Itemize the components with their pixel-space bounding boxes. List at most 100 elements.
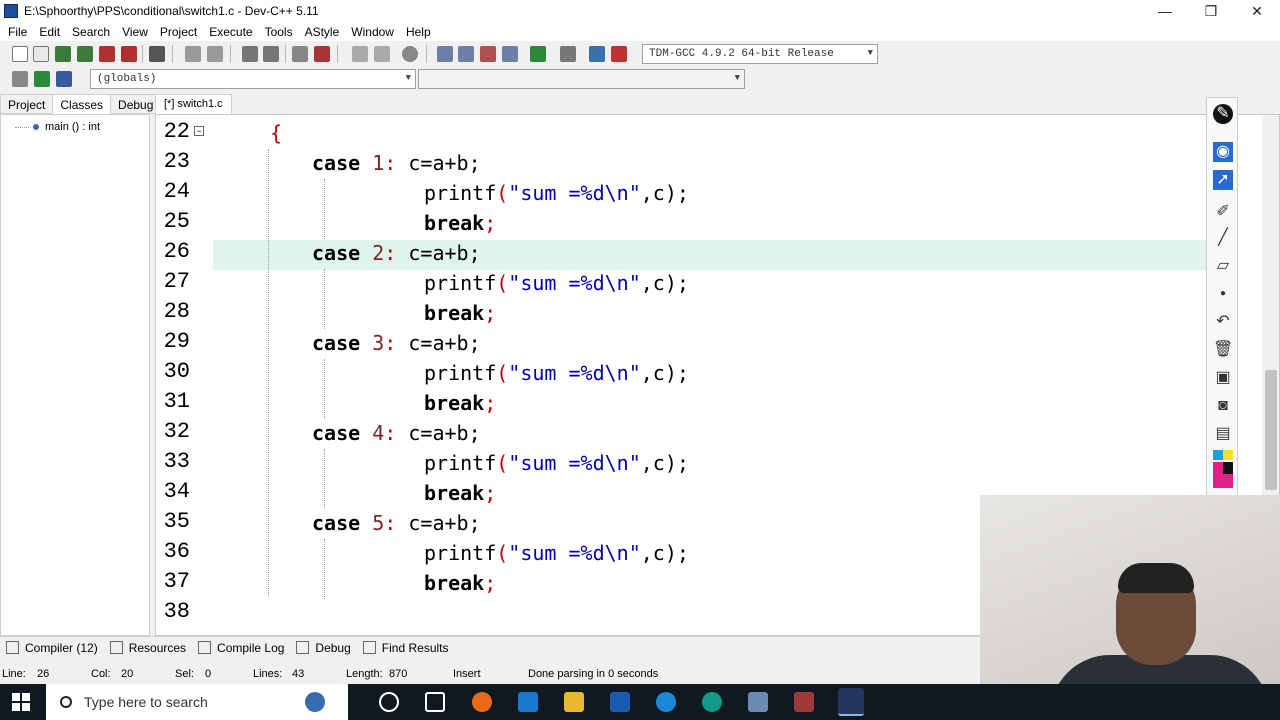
goto-line-icon[interactable]: [34, 71, 50, 87]
new-file-icon[interactable]: [12, 46, 28, 62]
edge-icon[interactable]: [702, 692, 722, 712]
line-tool-icon[interactable]: ╱: [1213, 228, 1233, 248]
menu-file[interactable]: File: [2, 25, 33, 39]
line-number: 24: [163, 179, 190, 204]
menu-execute[interactable]: Execute: [203, 25, 258, 39]
find-icon[interactable]: [242, 46, 258, 62]
menu-project[interactable]: Project: [154, 25, 203, 39]
devcpp-taskbar-icon[interactable]: [838, 688, 864, 716]
color-swatch-yellow[interactable]: [1223, 450, 1233, 460]
menu-view[interactable]: View: [116, 25, 154, 39]
menu-edit[interactable]: Edit: [33, 25, 66, 39]
close-button[interactable]: ✕: [1234, 0, 1280, 22]
undo-icon[interactable]: ↶: [1213, 312, 1233, 332]
app-icon[interactable]: [794, 692, 814, 712]
trash-icon[interactable]: 🗑: [1213, 340, 1233, 360]
run-icon[interactable]: [458, 46, 474, 62]
mail-icon[interactable]: [518, 692, 538, 712]
profile-icon[interactable]: [589, 46, 605, 62]
tab-compile-log[interactable]: Compile Log: [192, 641, 290, 655]
restore-button[interactable]: ❐: [1188, 0, 1234, 22]
case-number: 3: [372, 331, 385, 355]
pointer-icon[interactable]: ➚: [1213, 170, 1233, 190]
code-line: case 4: c=a+b;: [312, 421, 481, 445]
case-number: 5: [372, 511, 385, 535]
tab-debug[interactable]: Debug: [110, 94, 162, 114]
menu-window[interactable]: Window: [345, 25, 400, 39]
screen-icon[interactable]: ▣: [1213, 368, 1233, 388]
forward-icon[interactable]: [374, 46, 390, 62]
taskbar-search[interactable]: Type here to search: [46, 684, 348, 720]
tab-resources[interactable]: Resources: [104, 641, 192, 655]
indent-guide: [324, 539, 325, 599]
close-all-icon[interactable]: [121, 46, 137, 62]
bookmark-icon[interactable]: [56, 71, 72, 87]
menu-help[interactable]: Help: [400, 25, 437, 39]
tree-item-main[interactable]: main () : int: [15, 121, 100, 133]
menu-search[interactable]: Search: [66, 25, 116, 39]
tree-connector: [15, 127, 29, 128]
redo-icon[interactable]: [207, 46, 223, 62]
main-toolbar: TDM-GCC 4.9.2 64-bit Release ▼: [0, 41, 1280, 67]
indent-icon[interactable]: [292, 46, 308, 62]
firefox-icon[interactable]: [472, 692, 492, 712]
open-file-icon[interactable]: [33, 46, 49, 62]
highlighter-icon[interactable]: ✐: [1213, 202, 1233, 222]
undo-icon[interactable]: [185, 46, 201, 62]
print-icon[interactable]: [149, 46, 165, 62]
debug-icon[interactable]: [611, 46, 627, 62]
tab-find-results[interactable]: Find Results: [357, 641, 455, 655]
status-sel-label: Sel:: [175, 668, 194, 680]
string-literal: "sum =%d\n": [508, 451, 641, 475]
color-swatch-magenta[interactable]: [1213, 462, 1223, 474]
fold-toggle-icon[interactable]: −: [194, 126, 204, 136]
minimize-button[interactable]: —: [1142, 0, 1188, 22]
tab-debug-bottom[interactable]: Debug: [290, 641, 356, 655]
replace-icon[interactable]: [263, 46, 279, 62]
insert-icon[interactable]: [12, 71, 28, 87]
eye-icon[interactable]: ◉: [1213, 142, 1233, 162]
task-view-icon[interactable]: [425, 692, 445, 712]
eraser-icon[interactable]: ▱: [1213, 256, 1233, 276]
status-lines: 43: [292, 668, 305, 680]
edge-legacy-icon[interactable]: [656, 692, 676, 712]
app-icon[interactable]: [748, 692, 768, 712]
dot-icon[interactable]: ●: [1213, 284, 1233, 304]
compiler-select[interactable]: TDM-GCC 4.9.2 64-bit Release ▼: [642, 44, 878, 64]
check-syntax-icon[interactable]: [530, 46, 546, 62]
save-all-icon[interactable]: [77, 46, 93, 62]
function-select[interactable]: ▼: [418, 69, 745, 89]
camera-icon[interactable]: ◙: [1213, 396, 1233, 416]
clipboard-icon[interactable]: ▤: [1213, 424, 1233, 444]
pen-tool-icon[interactable]: ✎: [1213, 104, 1233, 124]
status-col-label: Col:: [91, 668, 111, 680]
bottom-panel-tabs: Compiler (12) Resources Compile Log Debu…: [0, 636, 980, 658]
file-explorer-icon[interactable]: [564, 692, 584, 712]
tab-project[interactable]: Project: [0, 94, 54, 114]
unindent-icon[interactable]: [314, 46, 330, 62]
menu-astyle[interactable]: AStyle: [299, 25, 346, 39]
tab-switch1-c[interactable]: [*] switch1.c: [155, 94, 232, 114]
scrollbar-thumb[interactable]: [1265, 370, 1277, 490]
back-icon[interactable]: [352, 46, 368, 62]
color-swatch-black[interactable]: [1223, 462, 1233, 474]
cortana-icon[interactable]: [379, 692, 399, 712]
status-message: Done parsing in 0 seconds: [528, 668, 659, 680]
compile-run-icon[interactable]: [480, 46, 496, 62]
tab-classes[interactable]: Classes: [52, 94, 112, 114]
close-file-icon[interactable]: [99, 46, 115, 62]
rebuild-icon[interactable]: [502, 46, 518, 62]
menu-tools[interactable]: Tools: [259, 25, 299, 39]
color-swatch-pink[interactable]: [1213, 474, 1233, 488]
store-icon[interactable]: [610, 692, 630, 712]
save-icon[interactable]: [55, 46, 71, 62]
class-select[interactable]: (globals) ▼: [90, 69, 416, 89]
windows-start-icon[interactable]: [12, 693, 30, 711]
stop-icon[interactable]: [560, 46, 576, 62]
goto-icon[interactable]: [402, 46, 418, 62]
pinned-app-icon[interactable]: [305, 692, 325, 712]
arguments: ,c);: [640, 271, 689, 295]
color-swatch-cyan[interactable]: [1213, 450, 1223, 460]
compile-icon[interactable]: [437, 46, 453, 62]
tab-compiler[interactable]: Compiler (12): [0, 641, 104, 655]
